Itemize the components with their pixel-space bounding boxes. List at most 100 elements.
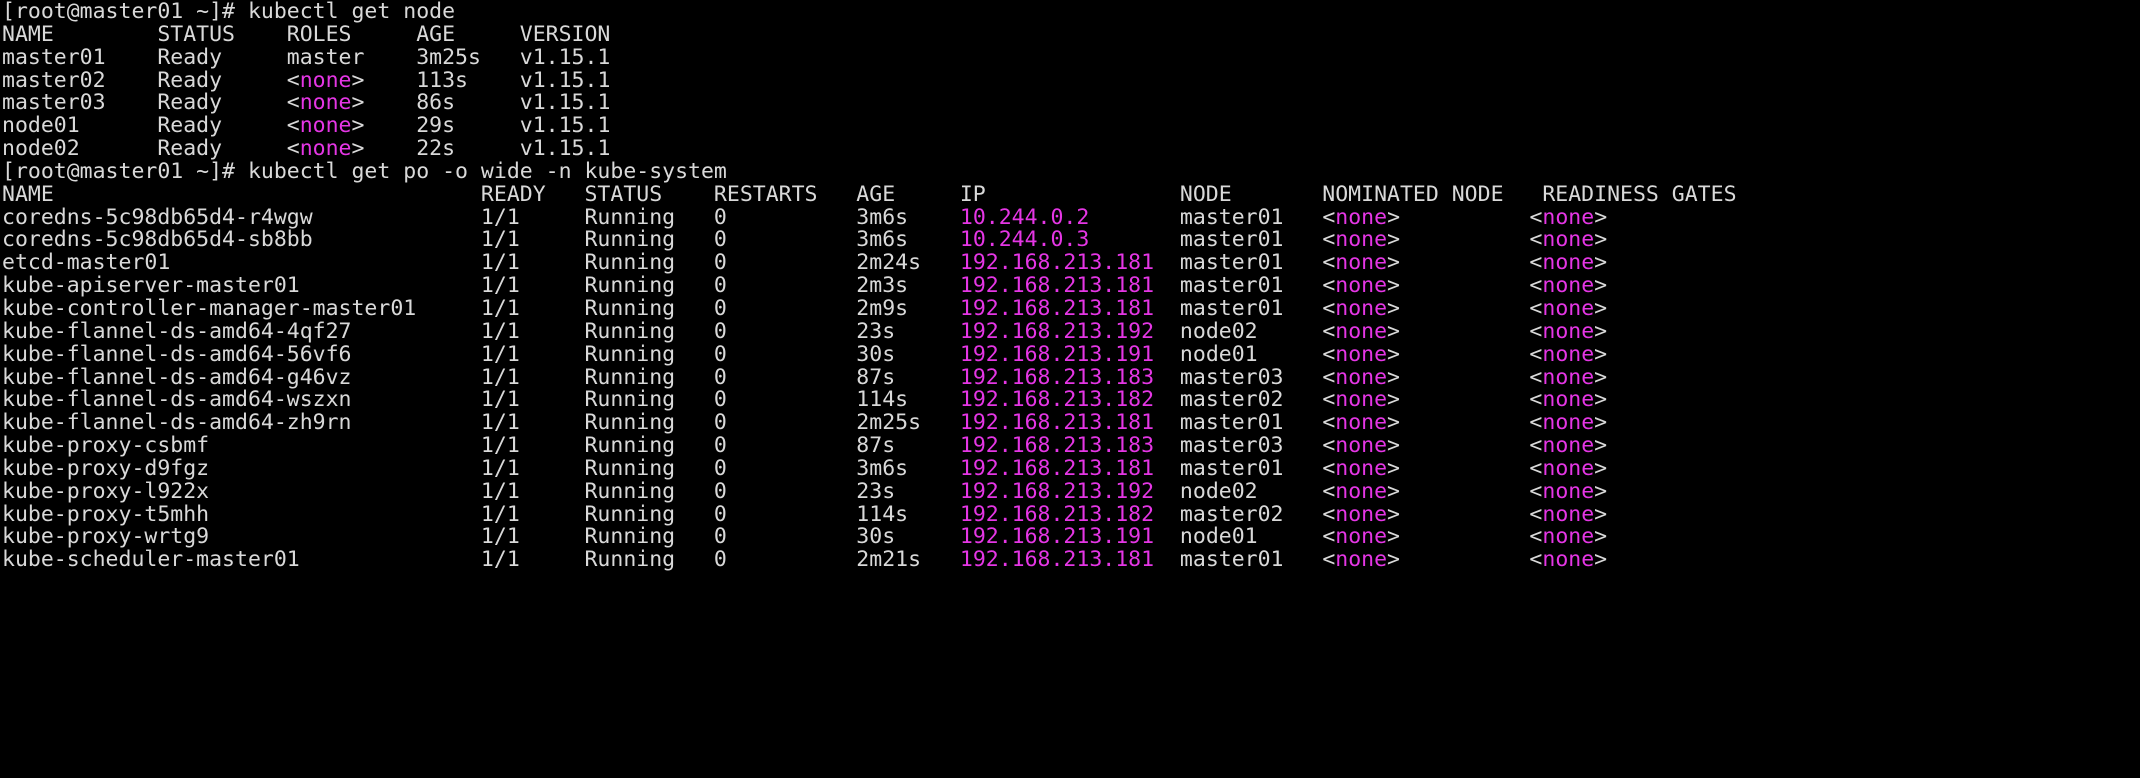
highlighted-text: none — [1335, 455, 1388, 481]
pod-row-proxy-wrtg9: kube-proxy-wrtg9 1/1 Running 0 30s 192.1… — [2, 524, 2140, 550]
terminal-output[interactable]: [root@master01 ~]# kubectl get node NAME … — [0, 0, 2140, 778]
plain-text: > < — [1387, 433, 1543, 459]
plain-text: kube-proxy-wrtg9 1/1 Running 0 30s — [2, 524, 960, 550]
highlighted-text: none — [1542, 478, 1595, 504]
node-row-node01: node01 Ready <none> 29s v1.15.1 — [2, 113, 2140, 139]
highlighted-text: 192.168.213.183 — [959, 364, 1155, 390]
highlighted-text: none — [299, 136, 352, 162]
highlighted-text: none — [1542, 501, 1595, 527]
plain-text: > — [1594, 295, 1608, 321]
plain-text: master03 < — [1154, 364, 1336, 390]
highlighted-text: 192.168.213.181 — [959, 410, 1155, 436]
highlighted-text: none — [1542, 547, 1595, 573]
plain-text: NAME STATUS ROLES AGE VERSION — [2, 21, 611, 47]
pod-row-scheduler-master01: kube-scheduler-master01 1/1 Running 0 2m… — [2, 547, 2140, 573]
plain-text: > — [1594, 227, 1608, 253]
highlighted-text: none — [1335, 364, 1388, 390]
plain-text: master01 < — [1154, 273, 1336, 299]
pod-row-coredns-r4wgw: coredns-5c98db65d4-r4wgw 1/1 Running 0 3… — [2, 204, 2140, 230]
plain-text: kube-flannel-ds-amd64-wszxn 1/1 Running … — [2, 387, 960, 413]
plain-text: kube-flannel-ds-amd64-zh9rn 1/1 Running … — [2, 410, 960, 436]
plain-text: node01 Ready < — [2, 113, 300, 139]
plain-text: > — [1594, 410, 1608, 436]
plain-text: > 22s v1.15.1 — [351, 136, 611, 162]
highlighted-text: 192.168.213.191 — [959, 524, 1155, 550]
highlighted-text: 192.168.213.181 — [959, 455, 1155, 481]
plain-text: > < — [1387, 341, 1543, 367]
plain-text: > < — [1387, 318, 1543, 344]
pod-row-kube-apiserver-master01: kube-apiserver-master01 1/1 Running 0 2m… — [2, 273, 2140, 299]
highlighted-text: none — [1542, 250, 1595, 276]
plain-text: > 113s v1.15.1 — [351, 67, 611, 93]
plain-text: coredns-5c98db65d4-sb8bb 1/1 Running 0 3… — [2, 227, 960, 253]
highlighted-text: 192.168.213.183 — [959, 433, 1155, 459]
highlighted-text: none — [1335, 547, 1388, 573]
plain-text: kube-proxy-csbmf 1/1 Running 0 87s — [2, 433, 960, 459]
highlighted-text: none — [1335, 295, 1388, 321]
plain-text: > < — [1387, 524, 1543, 550]
plain-text: kube-flannel-ds-amd64-4qf27 1/1 Running … — [2, 318, 960, 344]
highlighted-text: none — [1542, 273, 1595, 299]
plain-text: > < — [1387, 410, 1543, 436]
plain-text: master01 < — [1154, 250, 1336, 276]
plain-text: master01 < — [1154, 295, 1336, 321]
plain-text: master01 < — [1089, 204, 1336, 230]
plain-text: > 29s v1.15.1 — [351, 113, 611, 139]
plain-text: node02 Ready < — [2, 136, 300, 162]
plain-text: > < — [1387, 204, 1543, 230]
prompt-2: [root@master01 ~]# kubectl get po -o wid… — [2, 160, 2140, 184]
plain-text: > < — [1387, 387, 1543, 413]
plain-text: master01 < — [1154, 455, 1336, 481]
plain-text: master03 < — [1154, 433, 1336, 459]
highlighted-text: none — [1542, 341, 1595, 367]
highlighted-text: 192.168.213.181 — [959, 273, 1155, 299]
highlighted-text: none — [1335, 273, 1388, 299]
plain-text: etcd-master01 1/1 Running 0 2m24s — [2, 250, 960, 276]
highlighted-text: 192.168.213.181 — [959, 295, 1155, 321]
highlighted-text: 192.168.213.181 — [959, 547, 1155, 573]
highlighted-text: 192.168.213.181 — [959, 250, 1155, 276]
plain-text: coredns-5c98db65d4-r4wgw 1/1 Running 0 3… — [2, 204, 960, 230]
plain-text: > < — [1387, 273, 1543, 299]
highlighted-text: 192.168.213.192 — [959, 478, 1155, 504]
plain-text: > — [1594, 387, 1608, 413]
highlighted-text: 10.244.0.3 — [959, 227, 1090, 253]
highlighted-text: none — [1335, 318, 1388, 344]
plain-text: > < — [1387, 295, 1543, 321]
highlighted-text: 192.168.213.182 — [959, 387, 1155, 413]
pod-row-flannel-4qf27: kube-flannel-ds-amd64-4qf27 1/1 Running … — [2, 318, 2140, 344]
plain-text: > < — [1387, 501, 1543, 527]
plain-text: > < — [1387, 364, 1543, 390]
plain-text: > — [1594, 501, 1608, 527]
plain-text: > — [1594, 250, 1608, 276]
highlighted-text: none — [1335, 478, 1388, 504]
pod-row-proxy-csbmf: kube-proxy-csbmf 1/1 Running 0 87s 192.1… — [2, 433, 2140, 459]
plain-text: master03 Ready < — [2, 90, 300, 116]
pod-row-flannel-wszxn: kube-flannel-ds-amd64-wszxn 1/1 Running … — [2, 387, 2140, 413]
plain-text: > — [1594, 273, 1608, 299]
plain-text: > — [1594, 478, 1608, 504]
highlighted-text: 192.168.213.191 — [959, 341, 1155, 367]
pod-row-proxy-t5mhh: kube-proxy-t5mhh 1/1 Running 0 114s 192.… — [2, 501, 2140, 527]
plain-text: > — [1594, 204, 1608, 230]
highlighted-text: none — [1542, 387, 1595, 413]
plain-text: master01 < — [1089, 227, 1336, 253]
plain-text: > < — [1387, 547, 1543, 573]
highlighted-text: none — [1542, 227, 1595, 253]
highlighted-text: none — [1335, 227, 1388, 253]
plain-text: master02 < — [1154, 387, 1336, 413]
plain-text: > — [1594, 433, 1608, 459]
highlighted-text: none — [299, 90, 352, 116]
plain-text: NAME READY STATUS RESTARTS AGE IP NODE N… — [2, 181, 1737, 207]
highlighted-text: none — [1335, 387, 1388, 413]
plain-text: > — [1594, 341, 1608, 367]
highlighted-text: none — [1542, 204, 1595, 230]
plain-text: > < — [1387, 250, 1543, 276]
plain-text: > — [1594, 364, 1608, 390]
pod-row-flannel-56vf6: kube-flannel-ds-amd64-56vf6 1/1 Running … — [2, 341, 2140, 367]
highlighted-text: none — [1542, 410, 1595, 436]
plain-text: node02 < — [1154, 318, 1336, 344]
plain-text: kube-scheduler-master01 1/1 Running 0 2m… — [2, 547, 960, 573]
node-header: NAME STATUS ROLES AGE VERSION — [2, 21, 2140, 47]
plain-text: kube-controller-manager-master01 1/1 Run… — [2, 295, 960, 321]
